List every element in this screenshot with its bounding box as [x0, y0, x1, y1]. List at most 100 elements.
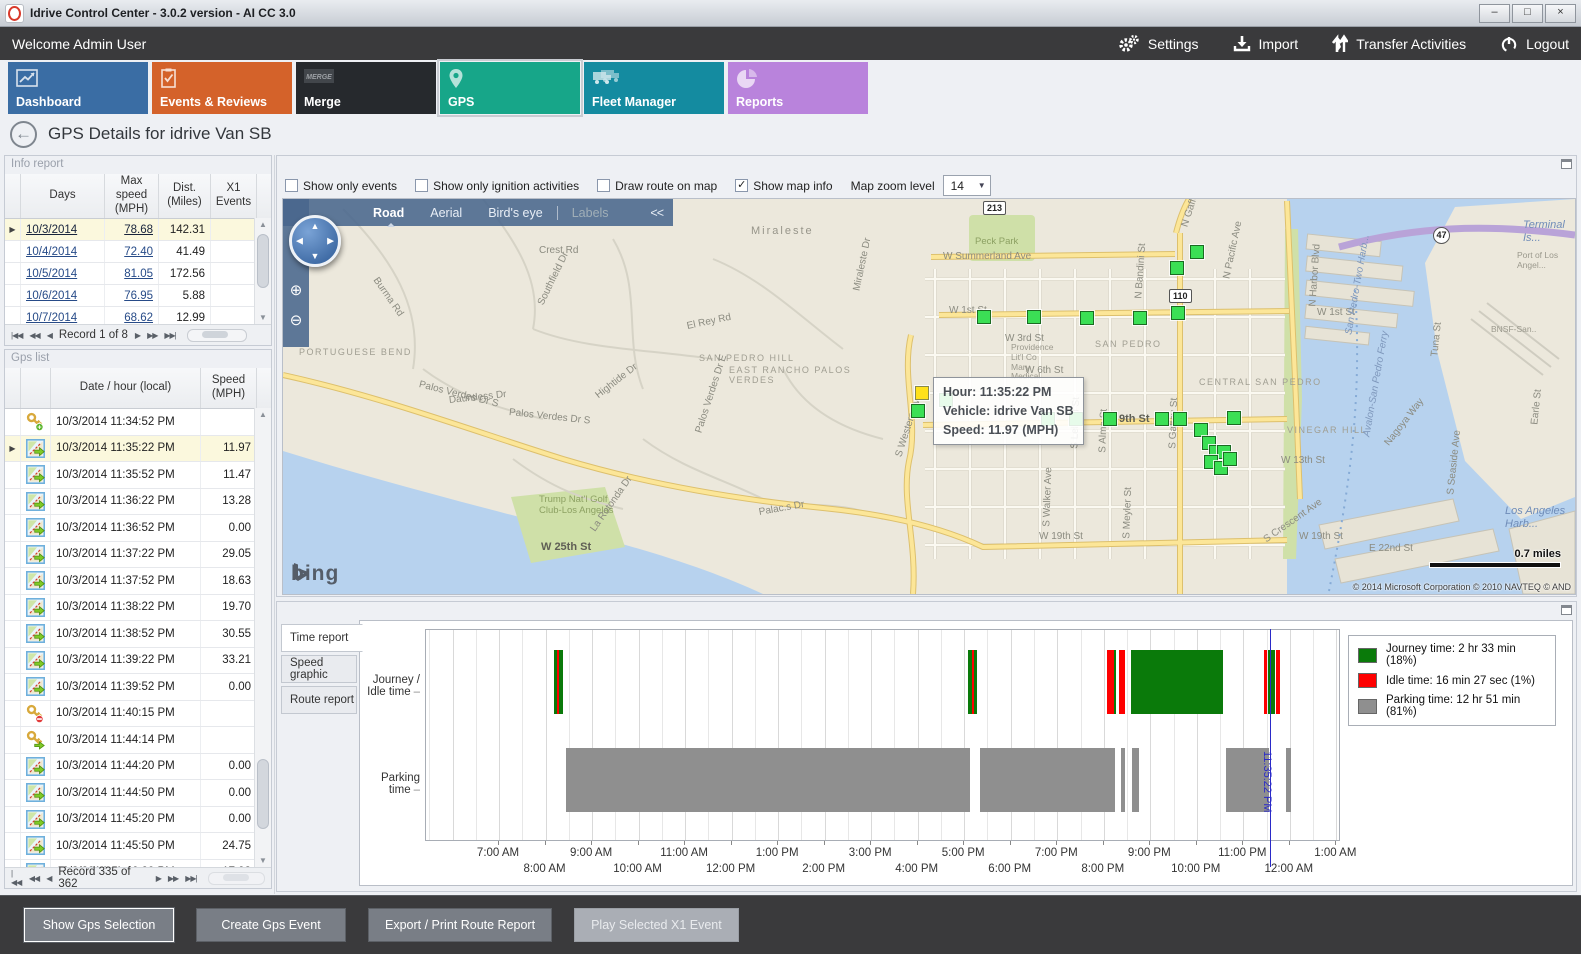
back-button[interactable]: ←: [10, 121, 37, 148]
cell-link[interactable]: 78.68: [124, 224, 153, 236]
gps-row[interactable]: 10/3/2014 11:37:22 PM29.05: [5, 542, 271, 569]
gps-row[interactable]: 10/3/2014 11:36:52 PM0.00: [5, 515, 271, 542]
prev-fast-button[interactable]: ◀◀: [29, 331, 39, 340]
table-row[interactable]: ▶10/3/201478.68142.31: [5, 219, 271, 241]
maximize-panel-button[interactable]: [1561, 605, 1572, 615]
maximize-window-button[interactable]: □: [1512, 4, 1543, 23]
cell-link[interactable]: 10/5/2014: [26, 268, 77, 280]
gps-marker[interactable]: [1155, 412, 1169, 426]
gps-row[interactable]: 10/3/2014 11:38:22 PM19.70: [5, 595, 271, 622]
gps-row[interactable]: 10/3/2014 11:37:52 PM18.63: [5, 568, 271, 595]
gps-marker[interactable]: [1190, 245, 1204, 259]
gps-marker[interactable]: [1170, 261, 1184, 275]
table-row[interactable]: 10/4/201472.4041.49: [5, 241, 271, 263]
map-zoom-level-select[interactable]: 14▼: [943, 175, 991, 196]
create-gps-event-button[interactable]: Create Gps Event: [196, 908, 346, 942]
gps-marker[interactable]: [1080, 311, 1094, 325]
gps-marker[interactable]: [911, 404, 925, 418]
prev-button[interactable]: ◀: [47, 331, 52, 340]
last-page-button[interactable]: ▶▶|: [164, 331, 175, 340]
map-style-road[interactable]: Road: [373, 206, 404, 220]
tab-fleet[interactable]: Fleet Manager: [584, 62, 724, 114]
cell-link[interactable]: 81.05: [124, 268, 153, 280]
cell-link[interactable]: 68.62: [124, 312, 153, 324]
logout-button[interactable]: Logout: [1500, 35, 1569, 53]
map-canvas[interactable]: MiralesteCrest RdBurma RdSouthfield DrMi…: [282, 198, 1576, 595]
gps-row[interactable]: 10/3/2014 11:36:22 PM13.28: [5, 489, 271, 516]
window-controls: –□×: [1479, 4, 1576, 23]
checkbox-show-only-ignition-activities[interactable]: Show only ignition activities: [415, 179, 579, 193]
map-pan-control[interactable]: ▲ ▼ ◀ ▶: [289, 215, 341, 267]
gps-row[interactable]: 10/3/2014 11:45:50 PM24.75: [5, 833, 271, 860]
map-style-bird-s-eye[interactable]: Bird's eye: [488, 206, 543, 220]
gps-marker[interactable]: [1027, 310, 1041, 324]
map-label: VINEGAR HILL: [1287, 425, 1367, 435]
gps-row[interactable]: 10/3/2014 11:38:52 PM30.55: [5, 621, 271, 648]
import-button[interactable]: Import: [1233, 35, 1299, 53]
next-button[interactable]: ▶: [135, 331, 140, 340]
cell-link[interactable]: 10/6/2014: [26, 290, 77, 302]
gps-marker[interactable]: [1227, 411, 1241, 425]
checkbox-show-map-info[interactable]: ✓Show map info: [735, 179, 832, 193]
first-page-button[interactable]: |◀◀: [11, 331, 22, 340]
settings-button[interactable]: Settings: [1118, 35, 1199, 53]
selected-gps-marker[interactable]: [915, 386, 929, 400]
table-row[interactable]: 10/6/201476.955.88: [5, 285, 271, 307]
gps-row[interactable]: 10/3/2014 11:40:15 PM: [5, 701, 271, 728]
gps-marker[interactable]: [1223, 452, 1237, 466]
transfer-button[interactable]: Transfer Activities: [1332, 34, 1466, 54]
tab-time-report[interactable]: Time report: [281, 624, 363, 652]
gps-row[interactable]: 10/3/2014 11:39:52 PM0.00: [5, 674, 271, 701]
show-gps-selection-button[interactable]: Show Gps Selection: [24, 908, 174, 942]
maximize-panel-button[interactable]: [1561, 159, 1572, 169]
tab-gps[interactable]: GPS: [440, 62, 580, 114]
map-zoom-in-button[interactable]: ⊕: [286, 281, 306, 303]
checkbox-draw-route-on-map[interactable]: Draw route on map: [597, 179, 717, 193]
first-page-button[interactable]: |◀◀: [11, 869, 22, 887]
gps-list-scrollbar[interactable]: ▲▼: [254, 408, 271, 867]
horizontal-scrollbar[interactable]: [187, 329, 247, 342]
tab-speed-graphic[interactable]: Speed graphic: [281, 655, 357, 683]
gps-marker[interactable]: [1194, 423, 1208, 437]
checkbox-show-only-events[interactable]: Show only events: [285, 179, 397, 193]
gps-row[interactable]: 10/3/2014 11:35:52 PM11.47: [5, 462, 271, 489]
close-window-button[interactable]: ×: [1545, 4, 1576, 23]
tab-events[interactable]: Events & Reviews: [152, 62, 292, 114]
gps-marker[interactable]: [977, 310, 991, 324]
collapse-map-bar-button[interactable]: <<: [650, 206, 673, 220]
table-row[interactable]: 10/5/201481.05172.56: [5, 263, 271, 285]
map-label: W 25th St: [541, 541, 591, 554]
gps-row[interactable]: 10/3/2014 11:44:20 PM0.00: [5, 754, 271, 781]
info-report-scrollbar[interactable]: ▲▼: [254, 218, 271, 324]
next-button[interactable]: ▶: [156, 874, 161, 883]
prev-fast-button[interactable]: ◀◀: [29, 874, 39, 883]
export-print-route-report-button[interactable]: Export / Print Route Report: [368, 908, 552, 942]
tab-reports[interactable]: Reports: [728, 62, 868, 114]
last-page-button[interactable]: ▶▶|: [185, 874, 196, 883]
next-fast-button[interactable]: ▶▶: [168, 874, 178, 883]
cell-link[interactable]: 10/3/2014: [26, 224, 77, 236]
gps-marker[interactable]: [1103, 412, 1117, 426]
minimize-window-button[interactable]: –: [1479, 4, 1510, 23]
map-zoom-out-button[interactable]: ⊖: [286, 311, 306, 333]
cell-link[interactable]: 72.40: [124, 246, 153, 258]
cell-link[interactable]: 10/7/2014: [26, 312, 77, 324]
next-fast-button[interactable]: ▶▶: [147, 331, 157, 340]
tab-route-report[interactable]: Route report: [281, 686, 357, 714]
gps-marker[interactable]: [1171, 306, 1185, 320]
prev-button[interactable]: ◀: [46, 874, 51, 883]
cell-link[interactable]: 10/4/2014: [26, 246, 77, 258]
cell-link[interactable]: 76.95: [124, 290, 153, 302]
gps-row[interactable]: 10/3/2014 11:45:20 PM0.00: [5, 807, 271, 834]
map-style-aerial[interactable]: Aerial: [430, 206, 462, 220]
tab-dashboard[interactable]: Dashboard: [8, 62, 148, 114]
tab-merge[interactable]: MERGEMerge: [296, 62, 436, 114]
gps-row[interactable]: 10/3/2014 11:39:22 PM33.21: [5, 648, 271, 675]
gps-row[interactable]: ▶10/3/2014 11:35:22 PM11.97: [5, 436, 271, 463]
gps-row[interactable]: 10/3/2014 11:44:50 PM0.00: [5, 780, 271, 807]
gps-marker[interactable]: [1173, 412, 1187, 426]
gps-marker[interactable]: [1133, 311, 1147, 325]
gps-row[interactable]: 10/3/2014 11:44:14 PM: [5, 727, 271, 754]
horizontal-scrollbar[interactable]: [208, 872, 265, 885]
gps-row[interactable]: +10/3/2014 11:34:52 PM: [5, 409, 271, 436]
